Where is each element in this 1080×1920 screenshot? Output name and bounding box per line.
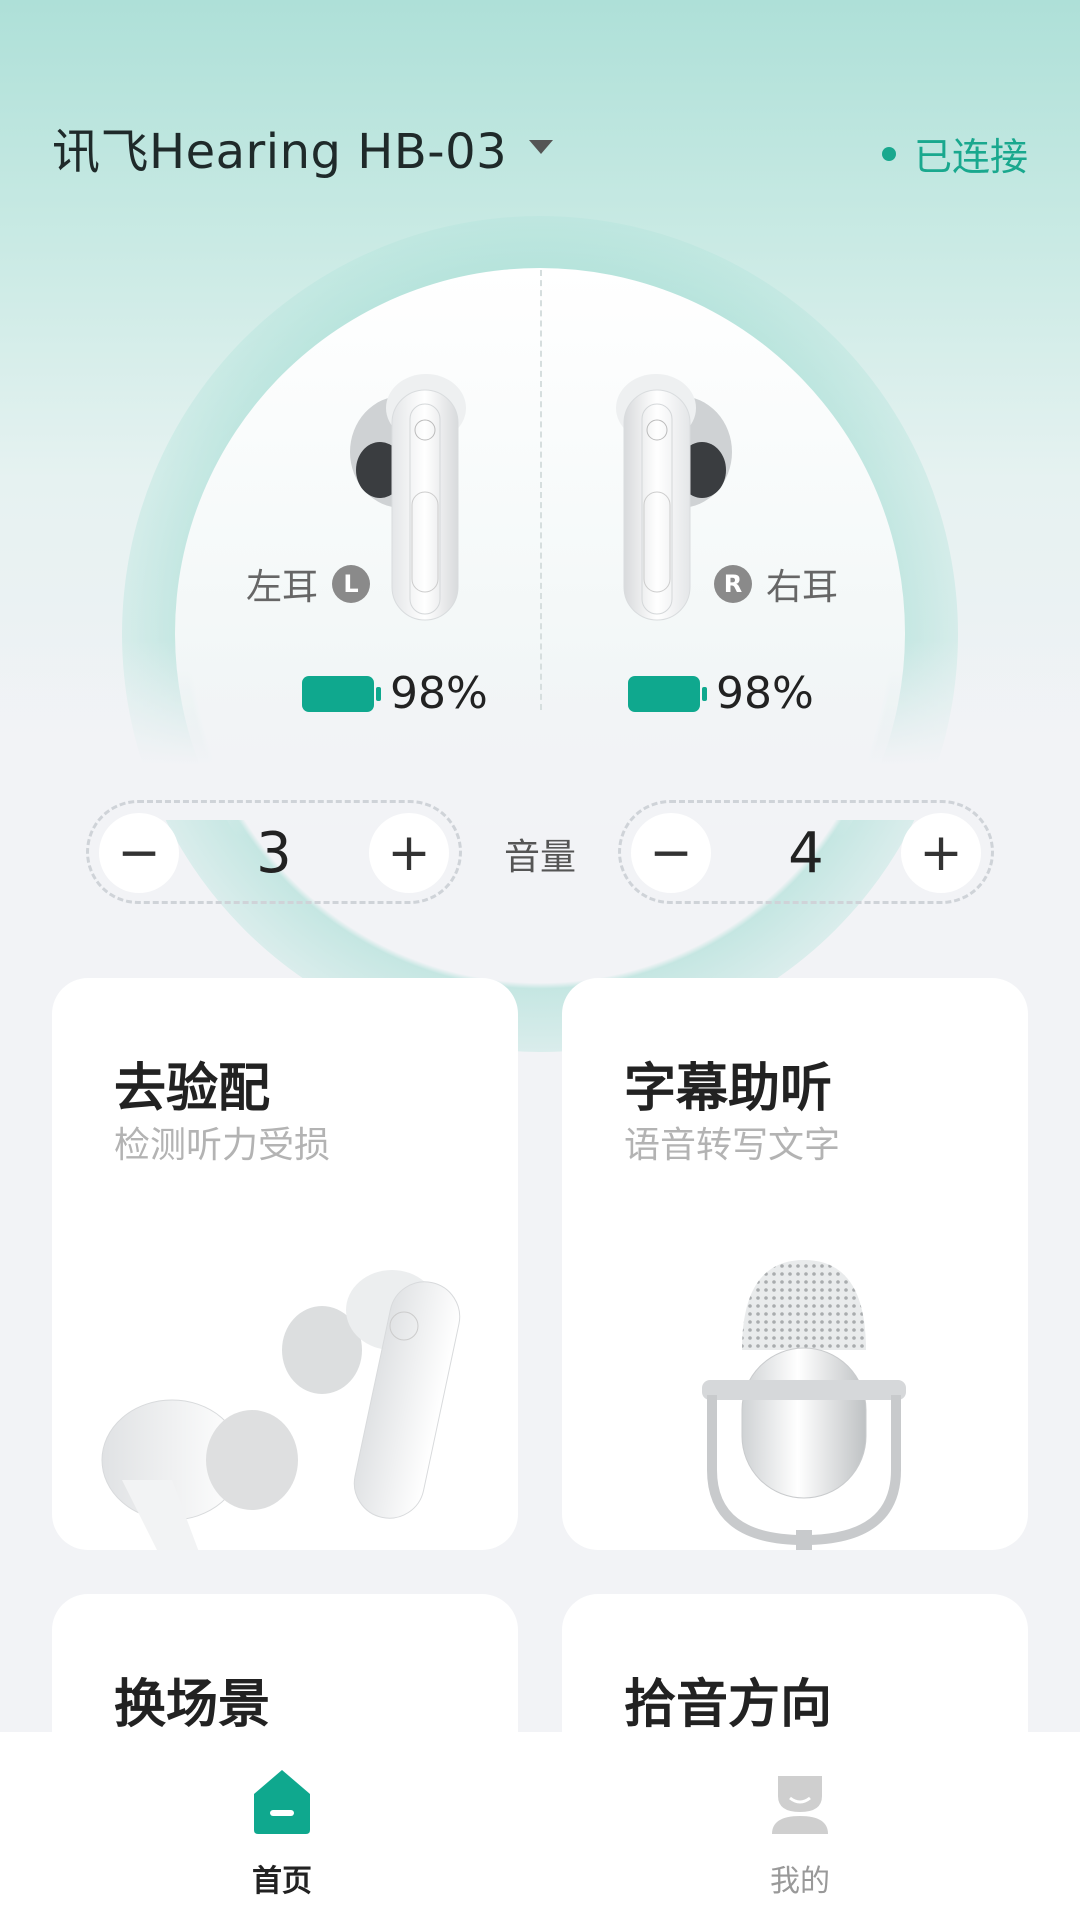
microphone-illustration (702, 1260, 906, 1550)
caption-card[interactable]: 字幕助听 语音转写文字 (562, 978, 1028, 1550)
right-volume-control: − 4 + (618, 800, 994, 904)
card-title: 换场景 (114, 1675, 271, 1735)
device-selector[interactable]: 讯飞Hearing HB-03 (52, 112, 554, 182)
card-title: 去验配 (114, 1059, 271, 1119)
battery-icon (302, 675, 381, 712)
fitting-card[interactable]: 去验配 检测听力受损 (52, 978, 518, 1550)
nav-me-label: 我的 (770, 1864, 830, 1899)
left-battery: 98% (302, 668, 488, 719)
right-volume-value: 4 (788, 821, 824, 886)
battery-icon (628, 675, 707, 712)
caret-down-icon (529, 140, 554, 154)
left-volume-plus-button[interactable]: + (369, 813, 449, 893)
device-name: 讯飞Hearing HB-03 (52, 124, 508, 180)
bottom-nav: 首页 我的 (0, 1732, 1080, 1920)
left-volume-minus-button[interactable]: − (99, 813, 179, 893)
card-subtitle: 检测听力受损 (114, 1125, 331, 1166)
right-volume-minus-button[interactable]: − (631, 813, 711, 893)
left-volume-value: 3 (256, 821, 292, 886)
right-ear-label: R 右耳 (714, 558, 838, 610)
right-battery-value: 98% (716, 668, 814, 719)
right-badge: R (714, 565, 752, 603)
nav-home-label: 首页 (252, 1864, 312, 1899)
card-subtitle: 语音转写文字 (624, 1125, 841, 1166)
right-battery: 98% (628, 668, 814, 719)
status-dot-icon (881, 146, 896, 161)
left-badge: L (332, 565, 371, 603)
left-ear-text: 左耳 (246, 567, 319, 608)
earbuds-illustration (101, 1270, 461, 1550)
card-title: 拾音方向 (624, 1675, 833, 1735)
ear-divider (540, 270, 542, 710)
right-volume-plus-button[interactable]: + (901, 813, 981, 893)
home-icon (254, 1770, 310, 1834)
left-battery-value: 98% (390, 668, 488, 719)
nav-me[interactable]: 我的 (700, 1732, 900, 1920)
header: 讯飞Hearing HB-03 已连接 (0, 0, 1080, 200)
nav-home[interactable]: 首页 (182, 1732, 382, 1920)
profile-icon (772, 1776, 828, 1834)
volume-label: 音量 (503, 837, 576, 878)
card-title: 字幕助听 (624, 1059, 833, 1119)
connection-status: 已连接 (881, 126, 1028, 181)
status-text: 已连接 (913, 135, 1028, 179)
right-ear-text: 右耳 (766, 567, 839, 608)
left-volume-control: − 3 + (86, 800, 462, 904)
left-ear-label: 左耳 L (246, 558, 371, 610)
